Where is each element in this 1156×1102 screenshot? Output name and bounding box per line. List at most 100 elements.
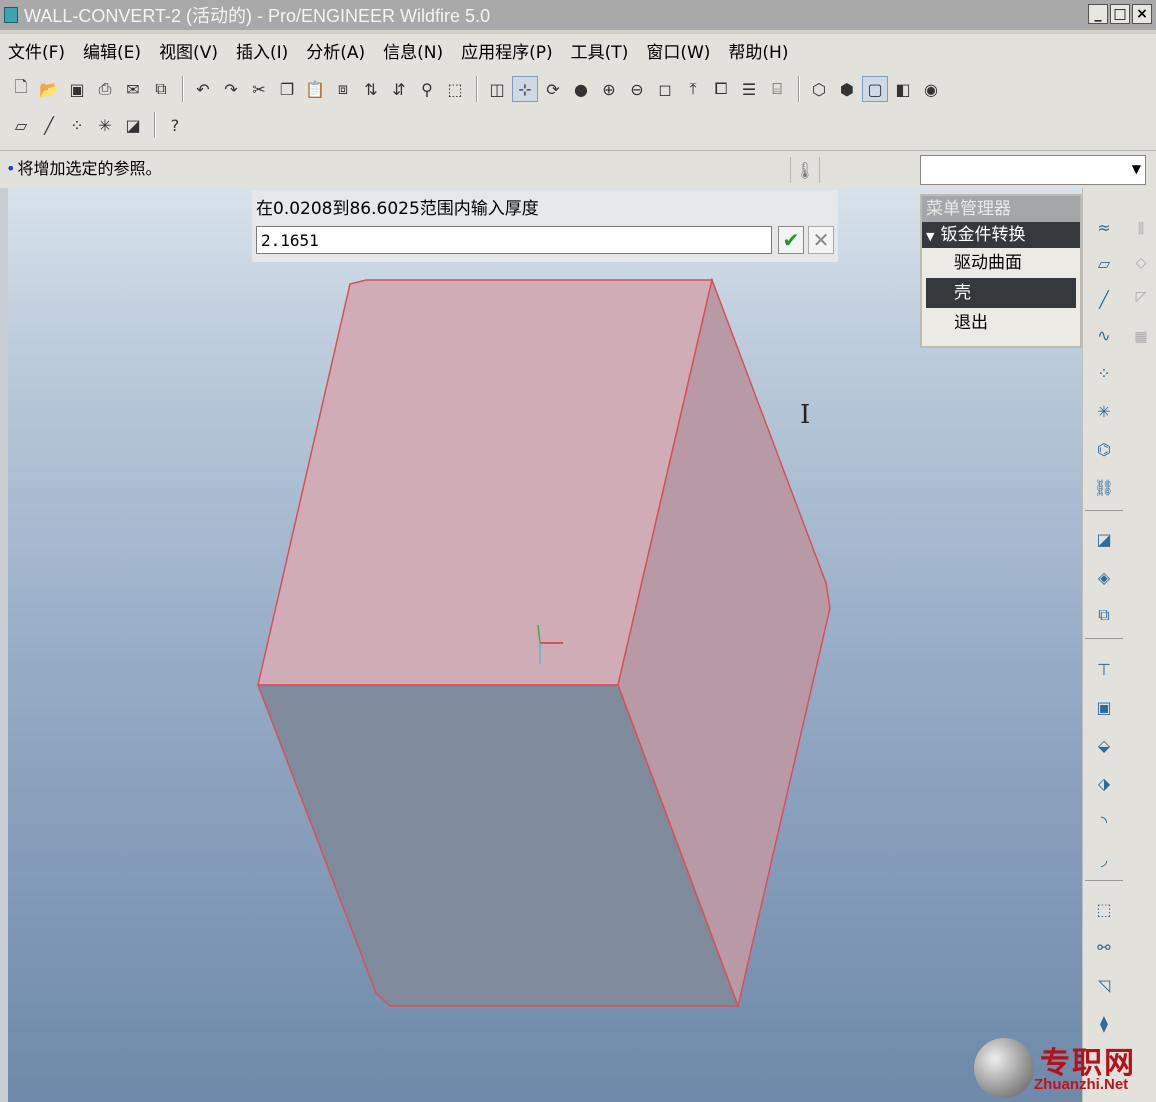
left-edge-strip xyxy=(0,188,8,1102)
open-icon[interactable]: 📂 xyxy=(36,76,62,102)
datum-plane-icon[interactable]: ▱ xyxy=(1091,250,1117,276)
menu-manager-title: 菜单管理器 xyxy=(922,196,1080,222)
shading-icon[interactable]: ● xyxy=(568,76,594,102)
sketch-curve-icon[interactable]: ≈ xyxy=(1091,214,1117,240)
spin-center-icon[interactable]: ⊹ xyxy=(512,76,538,102)
chevron-down-icon: ▼ xyxy=(1131,162,1141,176)
save-copy-icon[interactable]: ⧉ xyxy=(148,76,174,102)
toolbar-separator xyxy=(182,76,184,102)
enhanced-realism-icon[interactable]: ◉ xyxy=(918,76,944,102)
regenerate-icon[interactable]: ⇅ xyxy=(358,76,384,102)
annotations-icon[interactable]: ◪ xyxy=(120,112,146,138)
minimize-button[interactable]: _ xyxy=(1088,4,1108,24)
zoom-in-icon[interactable]: ⊕ xyxy=(596,76,622,102)
title-bar: WALL-CONVERT-2 (活动的) - Pro/ENGINEER Wild… xyxy=(0,0,1156,30)
mirror-icon[interactable]: ⫼ xyxy=(1130,218,1152,240)
menu-analysis[interactable]: 分析(A) xyxy=(298,38,373,63)
bend-icon[interactable]: ◝ xyxy=(1091,808,1117,834)
geometric-tolerance-icon[interactable]: ⧉ xyxy=(1091,602,1117,628)
submenu-label: 钣金件转换 xyxy=(940,225,1026,245)
flange-icon[interactable]: ▣ xyxy=(1091,694,1117,720)
toolbar-area: 🗋 📂 ▣ ⎙ ✉ ⧉ ↶ ↷ ✂ ❐ 📋 ⧈ ⇅ ⇵ ⚲ ⬚ ◫ ⊹ ⟳ ● … xyxy=(0,66,1156,150)
datum-axis-icon[interactable]: ╱ xyxy=(1091,286,1117,312)
toolbar-separator xyxy=(476,76,478,102)
layers-icon[interactable]: ☰ xyxy=(736,76,762,102)
unbend-icon[interactable]: ⬗ xyxy=(1091,770,1117,796)
orient-mode-icon[interactable]: ⟳ xyxy=(540,76,566,102)
extend-icon[interactable]: ⬙ xyxy=(1091,732,1117,758)
paste-special-icon[interactable]: ⧈ xyxy=(330,76,356,102)
prompt-label: 在0.0208到86.6025范围内输入厚度 xyxy=(256,199,539,219)
cut-icon[interactable]: ✂ xyxy=(246,76,272,102)
analysis-icon[interactable]: ⌬ xyxy=(1091,436,1117,462)
symbol-icon[interactable]: ◈ xyxy=(1091,564,1117,590)
main-toolbar: 🗋 📂 ▣ ⎙ ✉ ⧉ ↶ ↷ ✂ ❐ 📋 ⧈ ⇅ ⇵ ⚲ ⬚ ◫ ⊹ ⟳ ● … xyxy=(8,72,946,106)
text-cursor-icon: I xyxy=(800,400,811,430)
bend-back-icon[interactable]: ◞ xyxy=(1091,846,1117,872)
datum-point-icon[interactable]: ⁘ xyxy=(1091,360,1117,386)
reorient-icon[interactable]: ⤒ xyxy=(680,76,706,102)
menu-file[interactable]: 文件(F) xyxy=(0,38,73,63)
rip-icon[interactable]: ⚯ xyxy=(1091,934,1117,960)
refit-icon[interactable]: ◻ xyxy=(652,76,678,102)
feature-toolbar: ≈ ▱ ╱ ∿ ⁘ ✳ ⌬ ⛓ ◪ ◈ ⧉ ⊤ ▣ ⬙ ⬗ ◝ ◞ ⬚ ⚯ ◹ … xyxy=(1082,188,1126,1102)
form-icon[interactable]: ⧫ xyxy=(1091,1010,1117,1036)
menu-help[interactable]: 帮助(H) xyxy=(720,38,796,63)
menu-item-exit[interactable]: 退出 xyxy=(926,308,1076,338)
undo-icon[interactable]: ↶ xyxy=(190,76,216,102)
find-icon[interactable]: ⚲ xyxy=(414,76,440,102)
menu-item-driving-surface[interactable]: 驱动曲面 xyxy=(926,248,1076,278)
datum-axes-icon[interactable]: ╱ xyxy=(36,112,62,138)
wireframe-icon[interactable]: ⬡ xyxy=(806,76,832,102)
regen-manager-icon[interactable]: ⇵ xyxy=(386,76,412,102)
copy-icon[interactable]: ❐ xyxy=(274,76,300,102)
paste-icon[interactable]: 📋 xyxy=(302,76,328,102)
menu-window[interactable]: 窗口(W) xyxy=(638,38,718,63)
toolbar-separator xyxy=(798,76,800,102)
cancel-button[interactable]: ✕ xyxy=(808,226,834,254)
context-help-icon[interactable]: ? xyxy=(162,112,188,138)
saved-views-icon[interactable]: ⧠ xyxy=(708,76,734,102)
chain-icon[interactable]: ⛓ xyxy=(1091,474,1117,500)
select-box-icon[interactable]: ⬚ xyxy=(442,76,468,102)
corner-relief-icon[interactable]: ◹ xyxy=(1091,972,1117,998)
datum-points-icon[interactable]: ⁘ xyxy=(64,112,90,138)
close-button[interactable]: × xyxy=(1132,4,1152,24)
status-message: 将增加选定的参照。 xyxy=(17,159,162,178)
menu-item-shell[interactable]: 壳 xyxy=(926,278,1076,308)
datum-csys-icon[interactable]: ✳ xyxy=(1091,398,1117,424)
datum-planes-icon[interactable]: ▱ xyxy=(8,112,34,138)
accept-button[interactable]: ✔ xyxy=(778,226,804,254)
menu-info[interactable]: 信息(N) xyxy=(375,38,451,63)
menu-edit[interactable]: 编辑(E) xyxy=(75,38,149,63)
note-icon[interactable]: ◪ xyxy=(1091,526,1117,552)
shading-mode-icon[interactable]: ◧ xyxy=(890,76,916,102)
send-icon[interactable]: ✉ xyxy=(120,76,146,102)
coordinate-systems-icon[interactable]: ✳ xyxy=(92,112,118,138)
maximize-button[interactable]: □ xyxy=(1110,4,1130,24)
hidden-line-icon[interactable]: ⬢ xyxy=(834,76,860,102)
menu-insert[interactable]: 插入(I) xyxy=(228,38,296,63)
menu-submenu-header[interactable]: ▼ 钣金件转换 xyxy=(922,222,1080,248)
datum-curve-icon[interactable]: ∿ xyxy=(1091,322,1117,348)
thickness-input[interactable] xyxy=(256,226,772,254)
view-manager-icon[interactable]: ⌸ xyxy=(764,76,790,102)
menu-view[interactable]: 视图(V) xyxy=(151,38,226,63)
trim-icon[interactable]: ◸ xyxy=(1130,286,1152,308)
window-controls: _ □ × xyxy=(1088,4,1152,24)
no-hidden-icon[interactable]: ▢ xyxy=(862,76,888,102)
zoom-out-icon[interactable]: ⊖ xyxy=(624,76,650,102)
menu-tools[interactable]: 工具(T) xyxy=(563,38,637,63)
repaint-icon[interactable]: ◫ xyxy=(484,76,510,102)
redo-icon[interactable]: ↷ xyxy=(218,76,244,102)
menu-applications[interactable]: 应用程序(P) xyxy=(453,38,561,63)
new-file-icon[interactable]: 🗋 xyxy=(8,76,34,102)
merge-icon[interactable]: ◇ xyxy=(1130,252,1152,274)
selection-filter-dropdown[interactable]: ▼ xyxy=(920,155,1146,185)
pattern-icon[interactable]: ▦ xyxy=(1130,326,1152,348)
watermark-en: Zhuanzhi.Net xyxy=(1034,1076,1129,1093)
sheet-flat-icon[interactable]: ⊤ xyxy=(1091,656,1117,682)
save-icon[interactable]: ▣ xyxy=(64,76,90,102)
punch-icon[interactable]: ⬚ xyxy=(1091,896,1117,922)
print-icon[interactable]: ⎙ xyxy=(92,76,118,102)
